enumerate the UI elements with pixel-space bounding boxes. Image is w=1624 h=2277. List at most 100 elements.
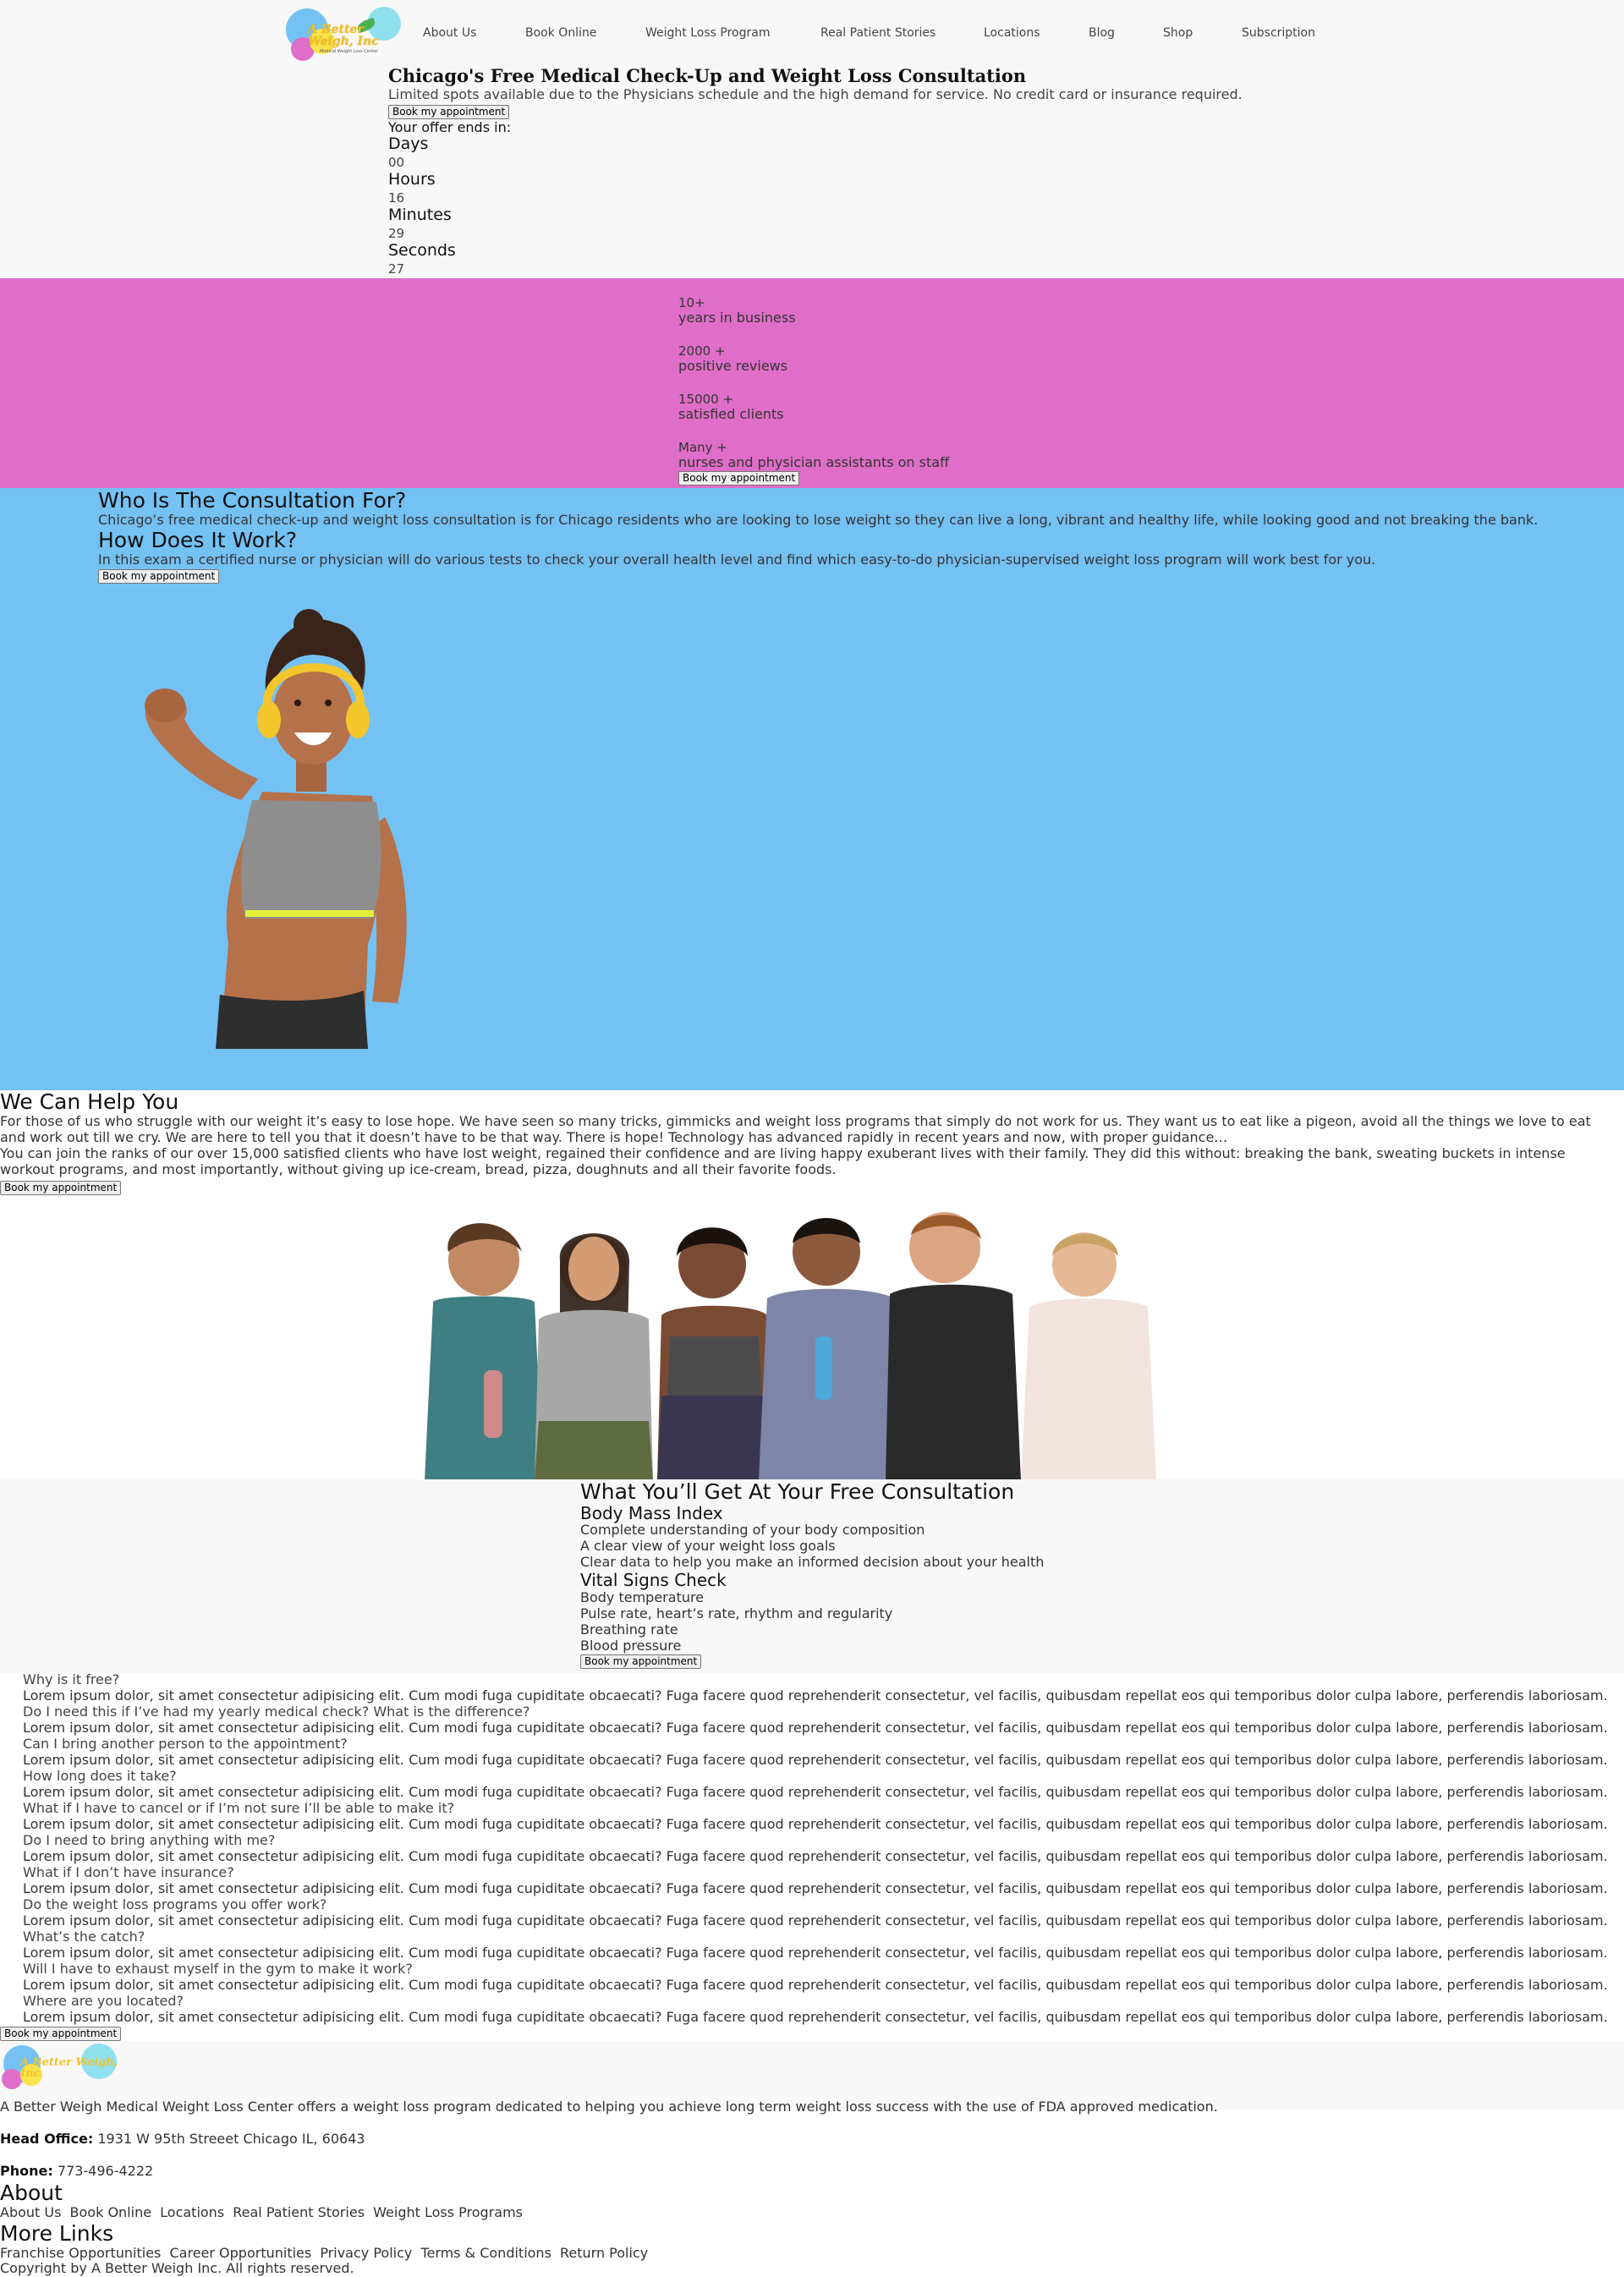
nav-book-online[interactable]: Book Online bbox=[525, 26, 596, 40]
footer-logo-name: A Better Weigh, Inc bbox=[20, 2056, 118, 2080]
vitals-item: Breathing rate bbox=[580, 1621, 678, 1638]
footer-more-title: More Links bbox=[0, 2221, 114, 2246]
bmi-item: A clear view of your weight loss goals bbox=[580, 1538, 836, 1554]
countdown-seconds-label: Seconds bbox=[388, 241, 456, 260]
book-appointment-button[interactable]: Book my appointment bbox=[0, 1181, 122, 1195]
faq-question[interactable]: What if I have to cancel or if I’m not s… bbox=[23, 1800, 454, 1816]
logo-tagline: Medical Weight Loss Center bbox=[320, 49, 379, 54]
footer-link-franchise[interactable]: Franchise Opportunities bbox=[0, 2245, 161, 2261]
group-photo-image bbox=[425, 1212, 1156, 1480]
nav-subscription[interactable]: Subscription bbox=[1242, 26, 1315, 40]
hero-section: A Better Weigh, Inc Medical Weight Loss … bbox=[0, 0, 1624, 278]
vitals-item: Pulse rate, heart’s rate, rhythm and reg… bbox=[580, 1605, 893, 1621]
footer-more-links: Franchise Opportunities Career Opportuni… bbox=[0, 2245, 652, 2261]
footer-about-links: About Us Book Online Locations Real Pati… bbox=[0, 2204, 527, 2220]
faq-question[interactable]: Can I bring another person to the appoin… bbox=[23, 1736, 348, 1752]
footer-link-real-patient-stories[interactable]: Real Patient Stories bbox=[233, 2204, 365, 2220]
who-title: Who Is The Consultation For? bbox=[98, 488, 407, 513]
nav-shop[interactable]: Shop bbox=[1163, 26, 1193, 40]
footer-link-careers[interactable]: Career Opportunities bbox=[169, 2245, 311, 2261]
faq-question[interactable]: Do the weight loss programs you offer wo… bbox=[23, 1896, 326, 1912]
countdown-days-label: Days bbox=[388, 134, 429, 153]
countdown-minutes-value: 29 bbox=[388, 226, 405, 241]
footer-about-title: About bbox=[0, 2181, 63, 2205]
footer-about-text: A Better Weigh Medical Weight Loss Cente… bbox=[0, 2099, 1218, 2115]
footer-head-office: Head Office: 1931 W 95th Streeet Chicago… bbox=[0, 2131, 365, 2147]
book-appointment-button[interactable]: Book my appointment bbox=[0, 2027, 122, 2041]
faq-answer: Lorem ipsum dolor, sit amet consectetur … bbox=[23, 1720, 1608, 1736]
faq-question[interactable]: Why is it free? bbox=[23, 1671, 119, 1687]
stat-staff-number: Many + bbox=[678, 440, 727, 455]
office-label: Head Office: bbox=[0, 2131, 94, 2147]
stats-section: 10+ years in business 2000 + positive re… bbox=[0, 278, 1624, 488]
book-appointment-button[interactable]: Book my appointment bbox=[580, 1654, 702, 1669]
stat-clients-label: satisfied clients bbox=[678, 406, 784, 422]
vitals-item: Blood pressure bbox=[580, 1638, 682, 1654]
faq-question[interactable]: What if I don’t have insurance? bbox=[23, 1864, 234, 1880]
footer-phone: Phone: 773-496-4222 bbox=[0, 2163, 153, 2179]
stat-reviews-label: positive reviews bbox=[678, 358, 788, 374]
footer-link-terms[interactable]: Terms & Conditions bbox=[420, 2245, 551, 2261]
stat-staff-label: nurses and physician assistants on staff bbox=[678, 454, 950, 470]
faq-answer: Lorem ipsum dolor, sit amet consectetur … bbox=[23, 1687, 1608, 1704]
faq-answer: Lorem ipsum dolor, sit amet consectetur … bbox=[23, 1816, 1608, 1832]
countdown-minutes-label: Minutes bbox=[388, 206, 452, 224]
countdown-hours-value: 16 bbox=[388, 190, 405, 206]
footer-logo[interactable]: A Better Weigh, Inc bbox=[0, 2044, 118, 2094]
book-appointment-button[interactable]: Book my appointment bbox=[98, 569, 220, 584]
stat-years-label: years in business bbox=[678, 310, 796, 326]
footer-link-book-online[interactable]: Book Online bbox=[70, 2204, 152, 2220]
faq-answer: Lorem ipsum dolor, sit amet consectetur … bbox=[23, 1945, 1608, 1961]
office-address: 1931 W 95th Streeet Chicago IL, 60643 bbox=[97, 2131, 365, 2147]
faq-answer: Lorem ipsum dolor, sit amet consectetur … bbox=[23, 1912, 1608, 1929]
faq-answer: Lorem ipsum dolor, sit amet consectetur … bbox=[23, 1880, 1608, 1896]
countdown-days-value: 00 bbox=[388, 155, 405, 170]
faq-question[interactable]: Where are you located? bbox=[23, 1993, 184, 2009]
stat-reviews-number: 2000 + bbox=[678, 343, 726, 359]
bmi-item: Complete understanding of your body comp… bbox=[580, 1522, 925, 1538]
faq-question[interactable]: Do I need this if I’ve had my yearly med… bbox=[23, 1704, 529, 1720]
faq-question[interactable]: How long does it take? bbox=[23, 1768, 177, 1784]
footer-link-about-us[interactable]: About Us bbox=[0, 2204, 61, 2220]
help-paragraph-1: For those of us who struggle with our we… bbox=[0, 1113, 1591, 1145]
consultation-benefits-section: What You’ll Get At Your Free Consultatio… bbox=[0, 1479, 1624, 1674]
vitals-title: Vital Signs Check bbox=[580, 1570, 727, 1590]
hero-subtitle: Limited spots available due to the Physi… bbox=[388, 86, 1243, 102]
who-text: Chicago’s free medical check-up and weig… bbox=[98, 512, 1539, 528]
bmi-item: Clear data to help you make an informed … bbox=[580, 1554, 1045, 1570]
help-title: We Can Help You bbox=[0, 1089, 179, 1114]
nav-blog[interactable]: Blog bbox=[1089, 26, 1115, 40]
logo-name: A Better Weigh, Inc bbox=[308, 23, 379, 48]
nav-weight-loss-program[interactable]: Weight Loss Program bbox=[645, 26, 770, 40]
footer-link-returns[interactable]: Return Policy bbox=[560, 2245, 648, 2261]
stat-clients-number: 15000 + bbox=[678, 392, 734, 407]
phone-label: Phone: bbox=[0, 2163, 53, 2179]
faq-answer: Lorem ipsum dolor, sit amet consectetur … bbox=[23, 1784, 1608, 1800]
offer-label: Your offer ends in: bbox=[388, 119, 512, 135]
countdown-hours-label: Hours bbox=[388, 170, 436, 189]
faq-question[interactable]: Will I have to exhaust myself in the gym… bbox=[23, 1961, 413, 1977]
how-text: In this exam a certified nurse or physic… bbox=[98, 551, 1376, 568]
vitals-item: Body temperature bbox=[580, 1589, 705, 1605]
hero-title: Chicago's Free Medical Check-Up and Weig… bbox=[388, 65, 1027, 86]
help-paragraph-2: You can join the ranks of our over 15,00… bbox=[0, 1145, 1566, 1177]
nav-about-us[interactable]: About Us bbox=[423, 26, 476, 40]
how-title: How Does It Work? bbox=[98, 528, 298, 552]
countdown-seconds-value: 27 bbox=[388, 261, 405, 277]
book-appointment-button[interactable]: Book my appointment bbox=[388, 105, 510, 119]
phone-number[interactable]: 773-496-4222 bbox=[58, 2163, 153, 2179]
footer-link-locations[interactable]: Locations bbox=[160, 2204, 224, 2220]
nav-real-patient-stories[interactable]: Real Patient Stories bbox=[820, 26, 935, 40]
book-appointment-button[interactable]: Book my appointment bbox=[678, 471, 800, 486]
fitness-woman-image bbox=[145, 609, 407, 1049]
footer-link-weight-loss-programs[interactable]: Weight Loss Programs bbox=[373, 2204, 523, 2220]
stat-years-number: 10+ bbox=[678, 295, 705, 310]
faq-answer: Lorem ipsum dolor, sit amet consectetur … bbox=[23, 1752, 1608, 1768]
nav-locations[interactable]: Locations bbox=[984, 26, 1040, 40]
faq-answer: Lorem ipsum dolor, sit amet consectetur … bbox=[23, 1848, 1608, 1864]
footer-link-privacy[interactable]: Privacy Policy bbox=[320, 2245, 412, 2261]
faq-answer: Lorem ipsum dolor, sit amet consectetur … bbox=[23, 2009, 1608, 2025]
faq-question[interactable]: Do I need to bring anything with me? bbox=[23, 1832, 275, 1848]
faq-question[interactable]: What’s the catch? bbox=[23, 1929, 145, 1945]
brand-logo[interactable]: A Better Weigh, Inc Medical Weight Loss … bbox=[283, 5, 401, 64]
